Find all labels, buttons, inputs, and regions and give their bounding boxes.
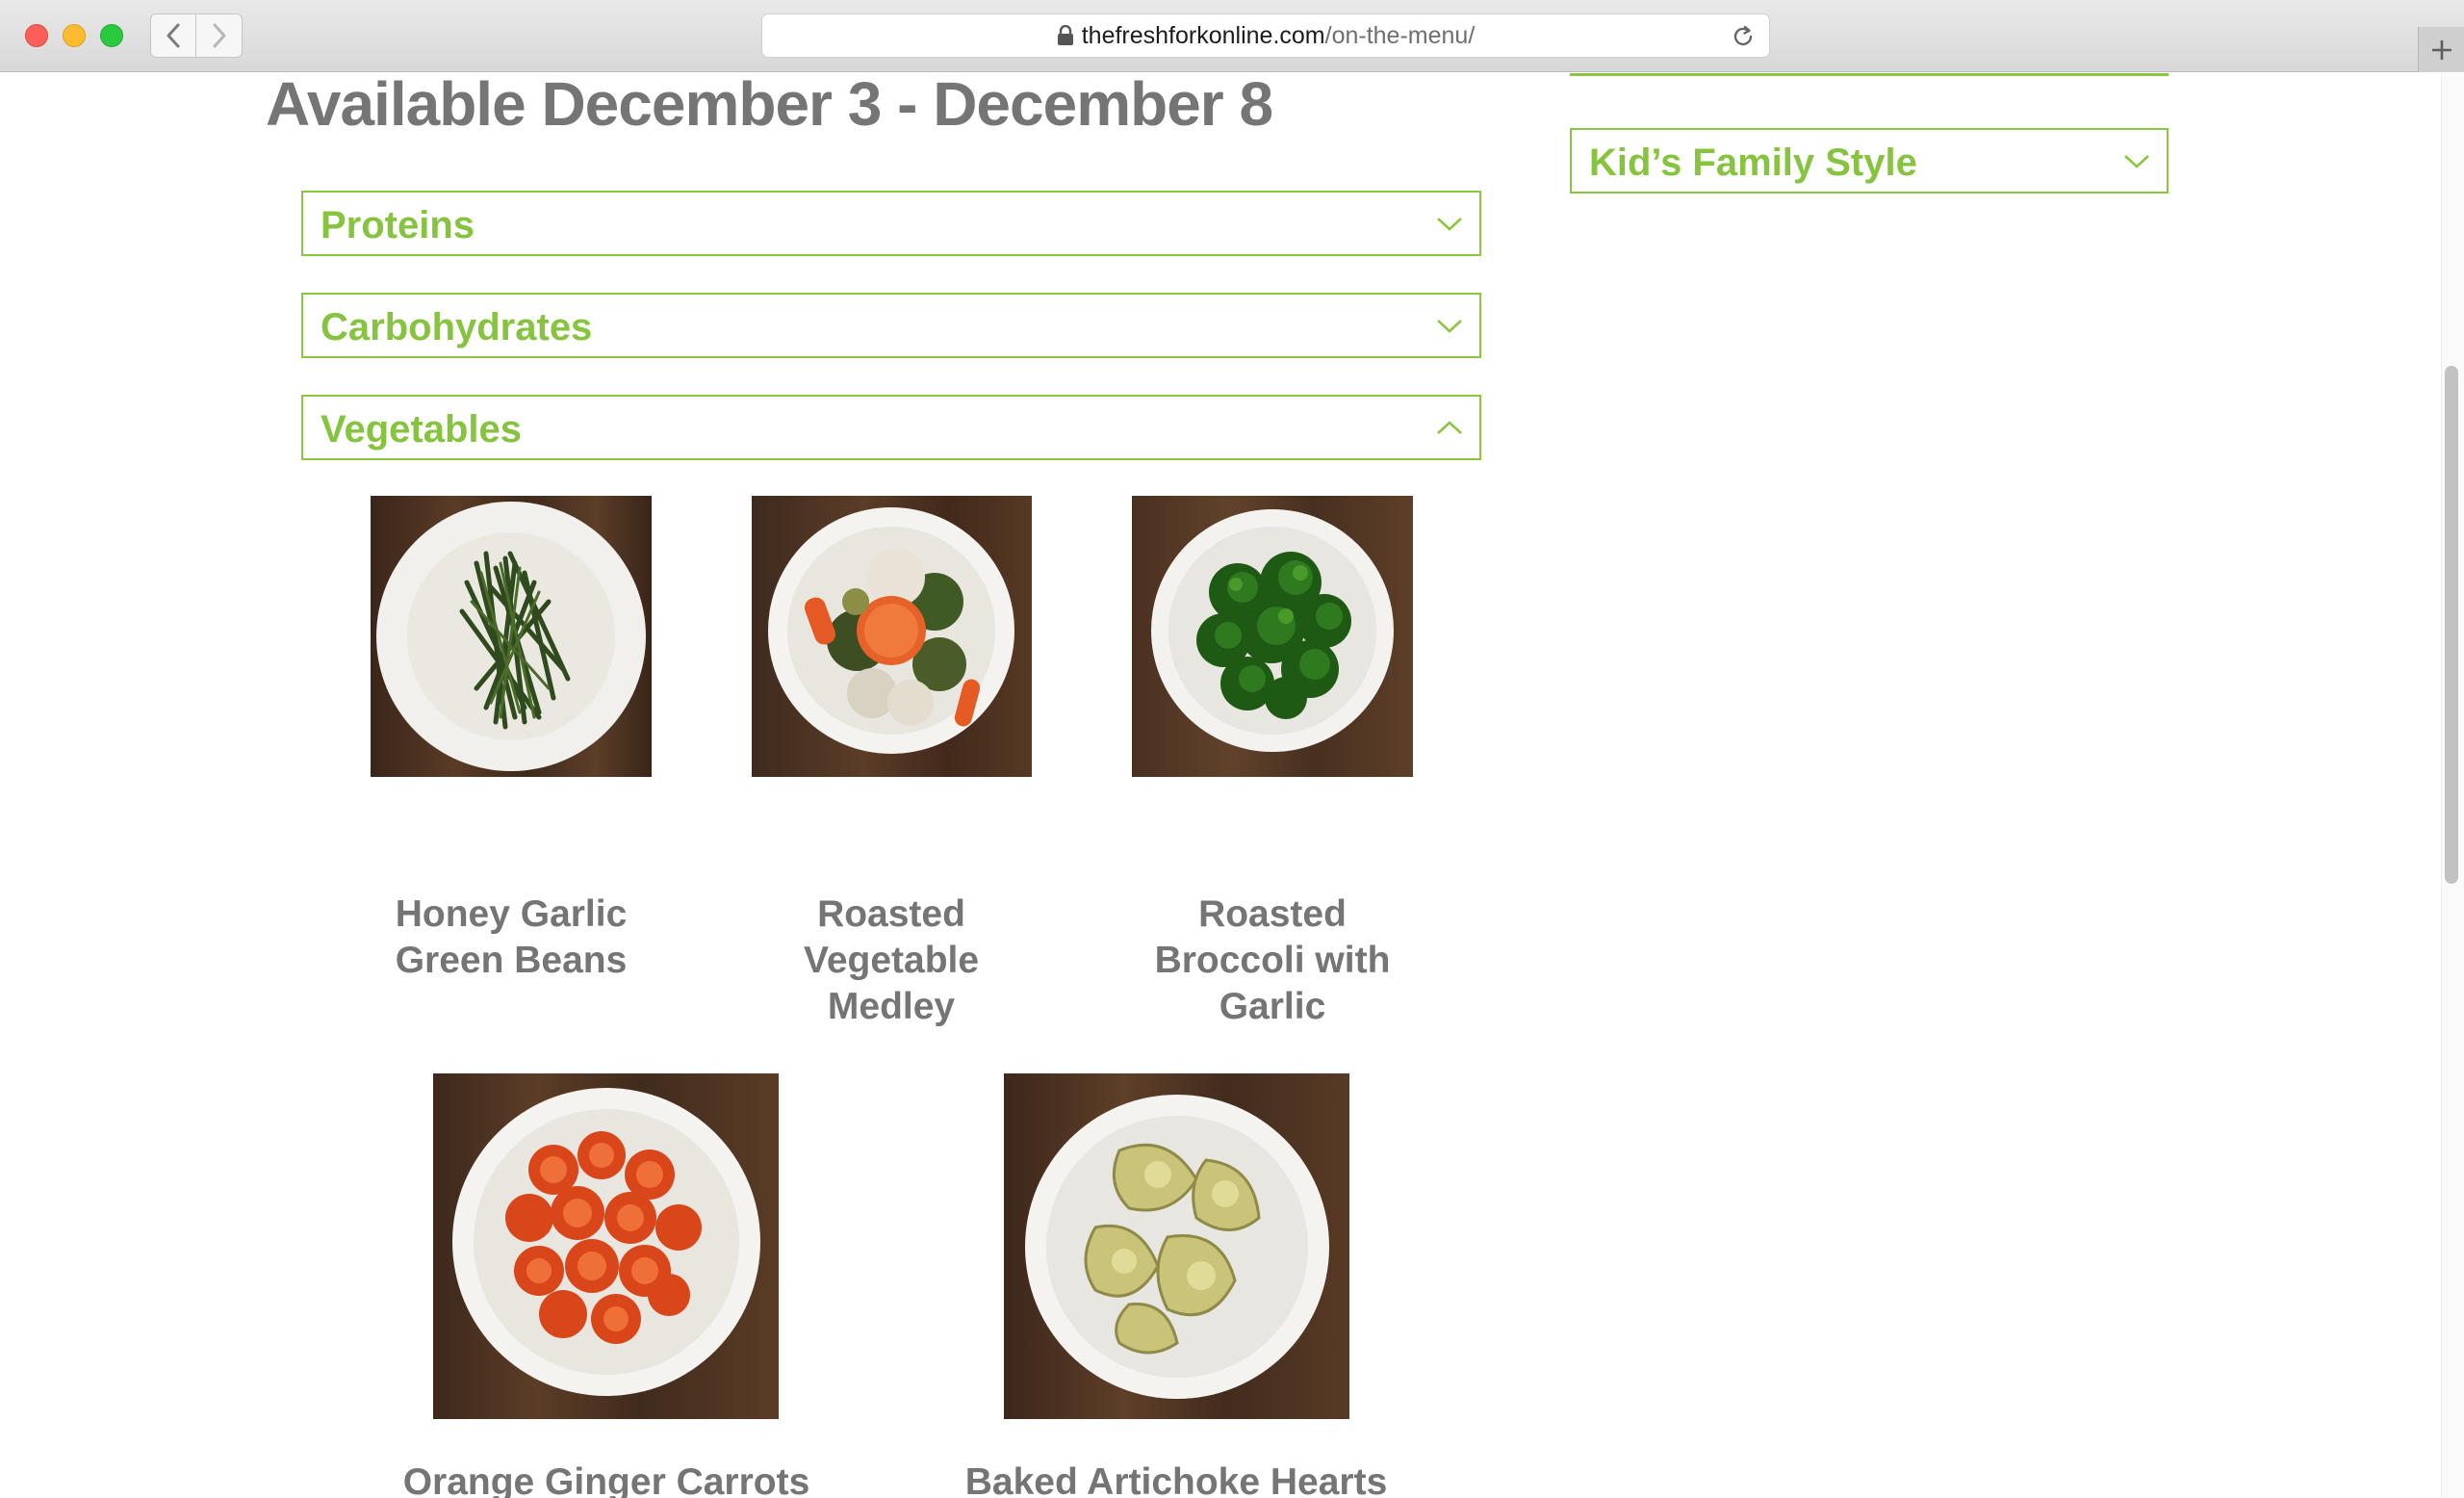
food-name-broccoli[interactable]: Roasted Broccoli with Garlic	[1094, 891, 1450, 1030]
chevron-down-icon	[1437, 218, 1462, 231]
new-tab-button[interactable]	[2418, 27, 2464, 72]
page-title: Available December 3 - December 8	[266, 73, 1273, 139]
plus-icon	[2431, 39, 2451, 60]
accordion-carbohydrates[interactable]: Carbohydrates	[301, 293, 1481, 358]
food-name-line: Roasted	[817, 893, 965, 935]
food-name-green-beans[interactable]: Honey Garlic Green Beans	[333, 891, 689, 984]
back-button[interactable]	[150, 13, 196, 58]
accordion-border-partial	[1570, 73, 2169, 76]
accordion-proteins[interactable]: Proteins	[301, 191, 1481, 256]
minimize-window-button[interactable]	[63, 24, 86, 47]
food-name-line: Baked Artichoke Hearts	[964, 1461, 1388, 1498]
food-image-artichoke[interactable]	[1004, 1073, 1349, 1419]
address-bar[interactable]: thefreshforkonline.com/on-the-menu/	[761, 13, 1770, 58]
scrollbar-thumb[interactable]	[2445, 366, 2458, 884]
food-name-artichoke[interactable]: Baked Artichoke Hearts	[936, 1459, 1417, 1498]
url-path: /on-the-menu/	[1324, 21, 1476, 49]
accordion-kids-family-style[interactable]: Kid’s Family Style	[1570, 128, 2169, 194]
accordion-label: Carbohydrates	[321, 306, 593, 349]
url-host: thefreshforkonline.com	[1081, 21, 1325, 49]
food-name-line: Vegetable	[803, 940, 980, 981]
food-image-broccoli[interactable]	[1132, 496, 1413, 777]
chevron-right-icon	[213, 23, 225, 48]
food-image-carrots[interactable]	[433, 1073, 779, 1419]
reload-icon[interactable]	[1731, 24, 1756, 49]
food-name-line: Garlic	[1219, 986, 1326, 1027]
accordion-label: Proteins	[321, 204, 475, 246]
food-name-line: Honey Garlic	[395, 893, 628, 935]
zoom-window-button[interactable]	[100, 24, 123, 47]
food-name-vegetable-medley[interactable]: Roasted Vegetable Medley	[713, 891, 1069, 1030]
accordion-label: Kid’s Family Style	[1589, 142, 1917, 184]
chevron-down-icon	[2124, 155, 2149, 168]
forward-button[interactable]	[196, 13, 243, 58]
food-name-line: Roasted	[1198, 893, 1347, 935]
food-image-green-beans[interactable]	[371, 496, 652, 777]
chevron-left-icon	[167, 23, 180, 48]
page-content: Available December 3 - December 8 Protei…	[0, 73, 2464, 1498]
browser-toolbar: thefreshforkonline.com/on-the-menu/	[0, 0, 2464, 72]
accordion-vegetables[interactable]: Vegetables	[301, 395, 1481, 460]
food-name-line: Orange Ginger Carrots	[402, 1461, 810, 1498]
chevron-down-icon	[1437, 320, 1462, 333]
chevron-up-icon	[1437, 421, 1462, 434]
food-name-line: Green Beans	[395, 940, 628, 981]
food-name-carrots[interactable]: Orange Ginger Carrots	[366, 1459, 847, 1498]
food-name-line: Medley	[827, 986, 956, 1027]
close-window-button[interactable]	[25, 24, 48, 47]
lock-icon	[1057, 25, 1074, 46]
food-name-line: Broccoli with	[1154, 940, 1391, 981]
accordion-label: Vegetables	[321, 408, 523, 451]
food-image-vegetable-medley[interactable]	[752, 496, 1032, 777]
